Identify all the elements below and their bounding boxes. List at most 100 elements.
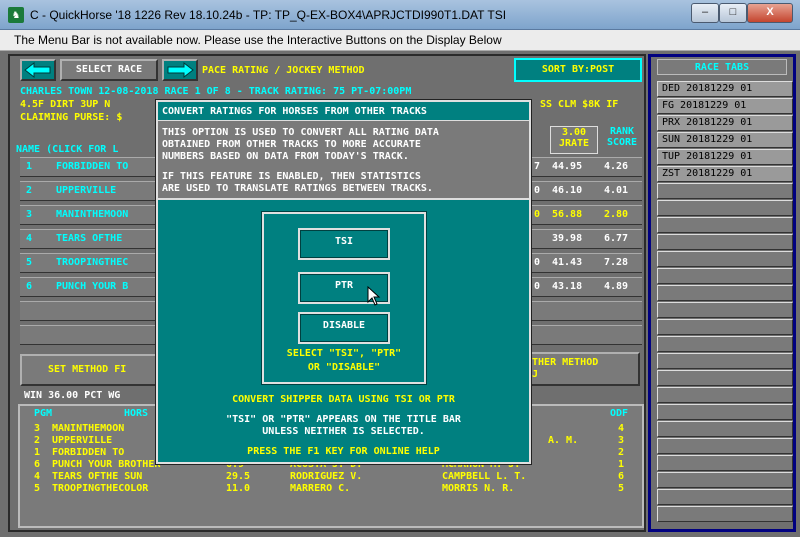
race-tab-empty[interactable] [657, 404, 793, 420]
result-horse: TEARS OFTHE SUN [52, 471, 143, 482]
sort-by-button[interactable]: SORT BY:POST [514, 58, 642, 82]
other-method-line-2: RJ [526, 369, 539, 380]
app-horse-icon: ♞ [8, 7, 24, 23]
entry-pgm: 2 [26, 185, 33, 196]
entry-pgm: 5 [26, 257, 33, 268]
entry-name: PUNCH YOUR B [56, 281, 129, 292]
result-odf: 6 [618, 471, 625, 482]
result-pgm: 5 [34, 483, 41, 494]
window-title: C - QuickHorse '18 1226 Rev 18.10.24b - … [30, 8, 507, 22]
title-bar[interactable]: ♞ C - QuickHorse '18 1226 Rev 18.10.24b … [0, 0, 800, 30]
name-column-header[interactable]: NAME (CLICK FOR L [16, 144, 118, 155]
result-odf: 2 [618, 447, 625, 458]
result-pgm: 2 [34, 435, 41, 446]
dialog-title: CONVERT RATINGS FOR HORSES FROM OTHER TR… [162, 106, 427, 117]
jrate-header-line-2: JRATE [558, 138, 590, 149]
race-tab-empty[interactable] [657, 234, 793, 250]
jrate-header-line-1: 3.00 [561, 127, 587, 138]
entry-name: TROOPINGTHEC [56, 257, 129, 268]
method-mode-label: PACE RATING / JOCKEY METHOD [202, 65, 365, 76]
race-info-line-2-right: SS CLM $8K IF [540, 99, 619, 110]
convert-shipper-text: CONVERT SHIPPER DATA USING TSI OR PTR [232, 394, 455, 405]
race-tab-empty[interactable] [657, 370, 793, 386]
race-tab-empty[interactable] [657, 268, 793, 284]
menu-notice-bar: The Menu Bar is not available now. Pleas… [0, 30, 800, 51]
race-tab-empty[interactable] [657, 319, 793, 335]
result-odf: 3 [618, 435, 625, 446]
maximize-button[interactable]: □ [719, 3, 747, 23]
race-tab-zst[interactable]: ZST 20181229 01 [657, 166, 793, 182]
result-trainer: A. M. [548, 435, 579, 446]
entry-rank: 7.28 [604, 257, 629, 268]
entry-jrate: 41.43 [552, 257, 583, 268]
select-race-button[interactable]: SELECT RACE [60, 59, 158, 81]
result-pgm: 1 [34, 447, 41, 458]
result-horse: MANINTHEMOON [52, 423, 125, 434]
race-tab-fg[interactable]: FG 20181229 01 [657, 98, 793, 114]
tsi-button[interactable]: TSI [298, 228, 390, 260]
dialog-para1-line2: OBTAINED FROM OTHER TRACKS TO MORE ACCUR… [162, 139, 421, 150]
race-tab-empty[interactable] [657, 506, 793, 522]
race-tab-empty[interactable] [657, 387, 793, 403]
arrow-right-icon [167, 61, 194, 79]
race-tab-empty[interactable] [657, 217, 793, 233]
set-method-button[interactable]: SET METHOD FI [20, 354, 170, 386]
result-pgm: 3 [34, 423, 41, 434]
race-tab-empty[interactable] [657, 183, 793, 199]
dialog-para1-line1: THIS OPTION IS USED TO CONVERT ALL RATIN… [162, 127, 439, 138]
entry-name: MANINTHEMOON [56, 209, 129, 220]
race-info-line-2-left: 4.5F DIRT 3UP N [20, 99, 111, 110]
entry-jrate: 39.98 [552, 233, 583, 244]
entry-rank: 4.26 [604, 161, 629, 172]
race-tab-empty[interactable] [657, 285, 793, 301]
race-tab-empty[interactable] [657, 421, 793, 437]
disable-button[interactable]: DISABLE [298, 312, 390, 344]
horse-header: HORS [124, 408, 149, 419]
race-tab-prx[interactable]: PRX 20181229 01 [657, 115, 793, 131]
rank-header-line-2: SCORE [606, 137, 638, 148]
race-tab-tup[interactable]: TUP 20181229 01 [657, 149, 793, 165]
dialog-options-frame: TSI PTR DISABLE SELECT "TSI", "PTR" OR "… [262, 212, 426, 384]
race-tab-empty[interactable] [657, 200, 793, 216]
entry-name: FORBIDDEN TO [56, 161, 129, 172]
result-pgm: 6 [34, 459, 41, 470]
entry-rank: 2.80 [604, 209, 629, 220]
jrate-column-header[interactable]: 3.00 JRATE [550, 126, 598, 154]
entry-name: UPPERVILLE [56, 185, 117, 196]
race-tab-ded[interactable]: DED 20181229 01 [657, 81, 793, 97]
race-tab-sun[interactable]: SUN 20181229 01 [657, 132, 793, 148]
pgm-header: PGM [34, 408, 53, 419]
dialog-para1-line3: NUMBERS BASED ON DATA FROM TODAY'S TRACK… [162, 151, 409, 162]
other-method-line-1: OTHER METHOD [526, 357, 599, 368]
next-race-button[interactable] [162, 59, 198, 81]
prev-race-button[interactable] [20, 59, 56, 81]
result-horse: PUNCH YOUR BROTHER [52, 459, 161, 470]
race-tab-empty[interactable] [657, 336, 793, 352]
rank-column-header[interactable]: RANK SCORE [602, 126, 642, 154]
entry-rank: 4.89 [604, 281, 629, 292]
race-tab-empty[interactable] [657, 302, 793, 318]
close-button[interactable]: X [747, 3, 793, 23]
dialog-para2-line1: IF THIS FEATURE IS ENABLED, THEN STATIST… [162, 171, 421, 182]
result-pgm: 4 [34, 471, 41, 482]
race-tab-empty[interactable] [657, 455, 793, 471]
race-tab-empty[interactable] [657, 438, 793, 454]
mouse-cursor-icon [367, 286, 381, 306]
entry-jrate: 56.88 [552, 209, 583, 220]
win-pct-label: WIN 36.00 PCT WG [24, 390, 121, 401]
minimize-button[interactable]: – [691, 3, 719, 23]
entry-jrate: 44.95 [552, 161, 583, 172]
entry-pgm: 1 [26, 161, 33, 172]
race-tab-empty[interactable] [657, 251, 793, 267]
result-horse: TROOPINGTHECOLOR [52, 483, 149, 494]
race-tab-empty[interactable] [657, 472, 793, 488]
entry-value: 7 [534, 161, 541, 172]
entry-rank: 6.77 [604, 233, 629, 244]
race-tab-empty[interactable] [657, 353, 793, 369]
race-tabs-header: RACE TABS [657, 59, 787, 75]
result-jockey: MARRERO C. [290, 483, 351, 494]
entry-value: 0 [534, 257, 541, 268]
race-tab-empty[interactable] [657, 489, 793, 505]
odf-header: ODF [610, 408, 629, 419]
entry-pgm: 6 [26, 281, 33, 292]
